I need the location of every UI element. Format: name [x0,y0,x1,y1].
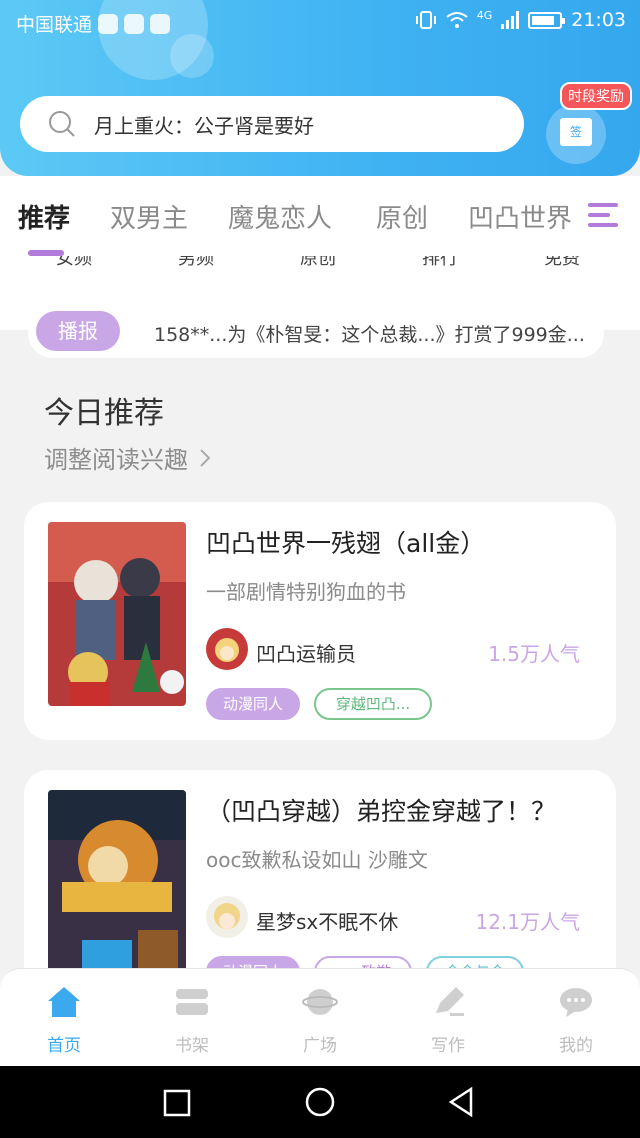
search-icon [49,111,75,137]
chevron-right-icon [200,448,211,467]
system-navigation-bar [0,1066,640,1138]
broadcast-text: 158**...为《朴智旻：这个总裁...》打赏了999金... [154,324,585,346]
vibrate-icon [415,11,436,29]
subnav-ranking[interactable]: 排行 [422,256,458,270]
planet-icon [302,989,338,1015]
reward-gift-button[interactable]: 签 [546,104,606,164]
nav-write-label: 写作 [431,1036,465,1056]
shield-app-icon [98,13,119,34]
home-icon [48,987,80,1017]
popularity-count: 1.5万人气 [488,642,580,666]
book-cover[interactable] [48,522,186,706]
battery-icon [528,11,566,29]
gift-icon: 签 [560,118,592,146]
nav-write[interactable]: 写作 [398,985,498,1056]
header: 中国联通 4G 21:03 月上重火：公子肾是要好 签 [0,0,640,176]
wifi-icon [446,12,468,28]
back-icon[interactable] [446,1086,476,1118]
nav-home[interactable]: 首页 [14,985,114,1056]
carrier-name: 中国联通 [16,14,93,36]
book-description: ooc致歉私设如山 沙雕文 [206,848,428,872]
popularity-count: 12.1万人气 [475,910,580,934]
carrier-group: 中国联通 [16,10,171,37]
nav-bookshelf-label: 书架 [175,1036,209,1056]
nav-square[interactable]: 广场 [270,985,370,1056]
network-type: 4G [476,9,493,22]
author-name[interactable]: 星梦sx不眠不休 [256,906,398,935]
baidu-app-icon [124,13,145,34]
tag-aotu-transmigration[interactable]: 穿越凹凸... [314,688,432,720]
tab-aotu-world[interactable]: 凹凸世界 [468,198,572,235]
recent-apps-icon[interactable] [162,1088,192,1118]
book-title[interactable]: 凹凸世界一残翅（all金） [206,524,485,560]
tab-original[interactable]: 原创 [376,198,428,235]
subnav-free[interactable]: 免费 [544,256,580,270]
book-card[interactable]: 凹凸世界一残翅（all金） 一部剧情特别狗血的书 凹凸运输员 1.5万人气 动漫… [24,502,616,740]
adjust-interest-link[interactable]: 调整阅读兴趣 [44,440,212,475]
author-avatar[interactable] [206,896,248,938]
book-description: 一部剧情特别狗血的书 [206,580,406,604]
author-name[interactable]: 凹凸运输员 [256,638,356,667]
pen-icon [436,987,464,1016]
bottom-navigation: 首页 书架 广场 写作 我的 [0,968,640,1066]
author-avatar[interactable] [206,628,248,670]
search-placeholder: 月上重火：公子肾是要好 [94,114,314,138]
tab-double-male[interactable]: 双男主 [110,198,188,235]
status-bar: 中国联通 4G 21:03 [0,0,640,44]
category-tabs: 推荐 双男主 魔鬼恋人 原创 凹凸世界 [0,176,640,256]
nav-mine-label: 我的 [559,1036,593,1056]
book-cover[interactable] [48,790,186,990]
subnav-female[interactable]: 女频 [56,256,92,270]
wechat-app-icon [150,13,171,34]
tag-anime-fanfic[interactable]: 动漫同人 [206,688,300,720]
subnav-male[interactable]: 男频 [178,256,214,270]
subnav-original[interactable]: 原创 [300,256,336,270]
status-icons: 4G 21:03 [415,9,626,31]
home-circle-icon[interactable] [304,1086,336,1118]
book-title[interactable]: （凹凸穿越）弟控金穿越了！？ [206,792,556,828]
tab-devil-lovers[interactable]: 魔鬼恋人 [228,198,332,235]
broadcast-badge: 播报 [36,311,120,351]
section-title: 今日推荐 [44,396,164,431]
nav-home-label: 首页 [47,1036,81,1056]
clock: 21:03 [571,9,626,31]
nav-mine[interactable]: 我的 [526,985,626,1056]
adjust-interest-label: 调整阅读兴趣 [44,446,188,474]
broadcast-bar[interactable]: 播报 158**...为《朴智旻：这个总裁...》打赏了999金... [28,308,604,358]
nav-square-label: 广场 [303,1036,337,1056]
bookshelf-icon [176,989,208,1015]
nav-bookshelf[interactable]: 书架 [142,985,242,1056]
search-bar[interactable]: 月上重火：公子肾是要好 [20,96,524,152]
chat-bubble-icon [560,988,592,1017]
menu-icon[interactable] [586,198,620,232]
gift-label: 签 [569,125,582,139]
signal-icon [501,11,520,29]
reward-badge[interactable]: 时段奖励 [560,82,632,110]
tab-recommend[interactable]: 推荐 [18,198,70,235]
